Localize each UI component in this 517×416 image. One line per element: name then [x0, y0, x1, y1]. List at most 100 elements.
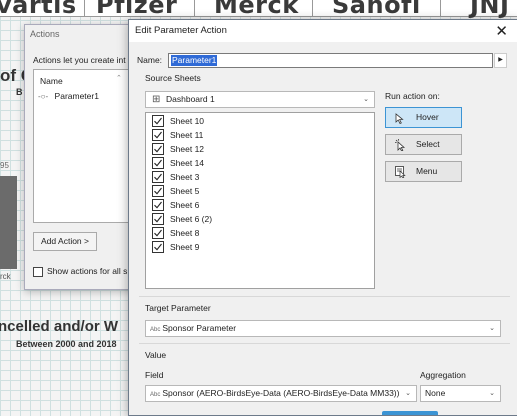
pointer-icon [395, 112, 405, 131]
sheet-label: Sheet 12 [170, 144, 205, 154]
sheet-item[interactable]: Sheet 5 [152, 184, 200, 197]
sheet-label: Sheet 3 [170, 172, 200, 182]
sheet-checkbox[interactable] [152, 198, 164, 211]
parameter-action-icon: -○- [38, 92, 49, 101]
field-value: Sponsor (AERO-BirdsEye-Data (AERO-BirdsE… [162, 388, 400, 398]
source-sheets-label: Source Sheets [145, 73, 201, 83]
sheet-label: Sheet 9 [170, 242, 200, 252]
header-divider [312, 0, 313, 16]
insert-arrow-button[interactable]: ▶ [494, 53, 507, 68]
header-divider [84, 0, 85, 16]
sheet-item[interactable]: Sheet 6 [152, 198, 200, 211]
value-label: Value [145, 350, 167, 360]
show-actions-checkbox[interactable] [33, 266, 43, 277]
sheet-checkbox[interactable] [152, 184, 164, 197]
bg-axis-category: rck [0, 272, 11, 281]
actions-dialog-title: Actions [30, 29, 60, 39]
chevron-down-icon: ⌄ [489, 390, 495, 397]
sheet-label: Sheet 14 [170, 158, 205, 168]
show-actions-label: Show actions for all s [47, 266, 128, 276]
sheet-checkbox[interactable] [152, 226, 164, 239]
run-select-label: Select [416, 139, 440, 149]
add-action-button[interactable]: Add Action > [33, 232, 97, 251]
abc-type-icon: Abc [150, 327, 161, 333]
field-label: Field [145, 370, 164, 380]
sheet-checkbox[interactable] [152, 142, 164, 155]
target-parameter-label: Target Parameter [145, 303, 211, 313]
sheet-item[interactable]: Sheet 3 [152, 170, 200, 183]
run-menu-button[interactable]: Menu [385, 161, 462, 182]
chevron-down-icon: ⌄ [363, 96, 369, 103]
dialog-title-bar[interactable]: Edit Parameter Action ✕ [129, 20, 517, 42]
name-input[interactable]: Parameter1 [168, 53, 493, 68]
abc-type-icon: Abc [150, 392, 161, 398]
target-parameter-dropdown[interactable]: Abc Sponsor Parameter ⌄ [145, 320, 501, 337]
source-sheets-list[interactable]: Sheet 10 Sheet 11 Sheet 12 Sheet 14 Shee… [145, 112, 375, 289]
source-dashboard-dropdown[interactable]: ⊞ Dashboard 1 ⌄ [145, 91, 375, 108]
run-menu-label: Menu [416, 166, 438, 176]
sheet-checkbox[interactable] [152, 156, 164, 169]
workbook-header-band: vartis Pfizer Merck Sanofi JNJ [0, 0, 517, 19]
sheet-item[interactable]: Sheet 6 (2) [152, 212, 213, 225]
run-hover-label: Hover [416, 112, 439, 122]
click-pointer-icon [395, 139, 407, 158]
sheet-item[interactable]: Sheet 9 [152, 240, 200, 253]
actions-list-item[interactable]: -○- Parameter1 [38, 91, 99, 101]
name-input-value: Parameter1 [171, 55, 218, 66]
bg-subtitle-fragment: B [16, 87, 23, 97]
sheet-checkbox[interactable] [152, 170, 164, 183]
header-company: vartis [0, 0, 77, 19]
sheet-item[interactable]: Sheet 11 [152, 128, 204, 141]
run-hover-button[interactable]: Hover [385, 107, 462, 128]
sheet-checkbox[interactable] [152, 128, 164, 141]
dashboard-grid-icon: ⊞ [152, 94, 161, 105]
bg-chart-subtitle: Between 2000 and 2018 [16, 339, 117, 349]
chevron-down-icon: ⌄ [403, 386, 411, 401]
actions-description: Actions let you create int [33, 55, 126, 65]
source-dashboard-value: Dashboard 1 [166, 94, 215, 104]
header-divider [194, 0, 195, 16]
actions-list-header[interactable]: Name [40, 76, 63, 86]
name-label: Name: [137, 55, 163, 65]
sheet-label: Sheet 8 [170, 228, 200, 238]
target-parameter-value: Sponsor Parameter [162, 323, 237, 333]
sheet-item[interactable]: Sheet 10 [152, 114, 205, 127]
bg-bar [0, 176, 17, 269]
dialog-title: Edit Parameter Action [135, 25, 227, 36]
menu-pointer-icon [395, 166, 407, 185]
close-icon[interactable]: ✕ [495, 22, 508, 40]
chevron-down-icon: ⌄ [489, 325, 495, 332]
aggregation-value: None [425, 388, 446, 398]
actions-list-item-label: Parameter1 [54, 91, 99, 101]
run-action-label: Run action on: [385, 91, 440, 101]
sort-chevron-icon[interactable]: ⌃ [116, 74, 122, 82]
header-company: Merck [214, 0, 299, 19]
header-divider [440, 0, 441, 16]
field-dropdown[interactable]: Abc Sponsor (AERO-BirdsEye-Data (AERO-Bir… [145, 385, 417, 402]
header-company: Pfizer [96, 0, 178, 19]
sheet-checkbox[interactable] [152, 212, 164, 225]
sheet-label: Sheet 5 [170, 186, 200, 196]
ok-button-edge[interactable] [382, 411, 438, 415]
sheet-label: Sheet 10 [170, 116, 205, 126]
sheet-label: Sheet 6 [170, 200, 200, 210]
aggregation-label: Aggregation [420, 370, 466, 380]
sheet-label: Sheet 11 [170, 130, 204, 140]
section-divider [139, 343, 510, 344]
section-divider [139, 296, 510, 297]
sheet-checkbox[interactable] [152, 240, 164, 253]
sheet-item[interactable]: Sheet 14 [152, 156, 205, 169]
bg-chart-title: ncelled and/or W [0, 318, 119, 335]
run-select-button[interactable]: Select [385, 134, 462, 155]
edit-parameter-action-dialog: Edit Parameter Action ✕ Name: Parameter1… [128, 19, 517, 416]
sheet-item[interactable]: Sheet 12 [152, 142, 205, 155]
sheet-checkbox[interactable] [152, 114, 164, 127]
show-actions-checkbox-row[interactable]: Show actions for all s [33, 266, 127, 277]
sheet-label: Sheet 6 (2) [170, 214, 213, 224]
sheet-item[interactable]: Sheet 8 [152, 226, 200, 239]
bg-axis-value: 95 [0, 161, 9, 170]
aggregation-dropdown[interactable]: None ⌄ [420, 385, 501, 402]
header-company: JNJ [470, 0, 510, 19]
header-company: Sanofi [332, 0, 421, 19]
triangle-right-icon: ▶ [498, 57, 503, 63]
